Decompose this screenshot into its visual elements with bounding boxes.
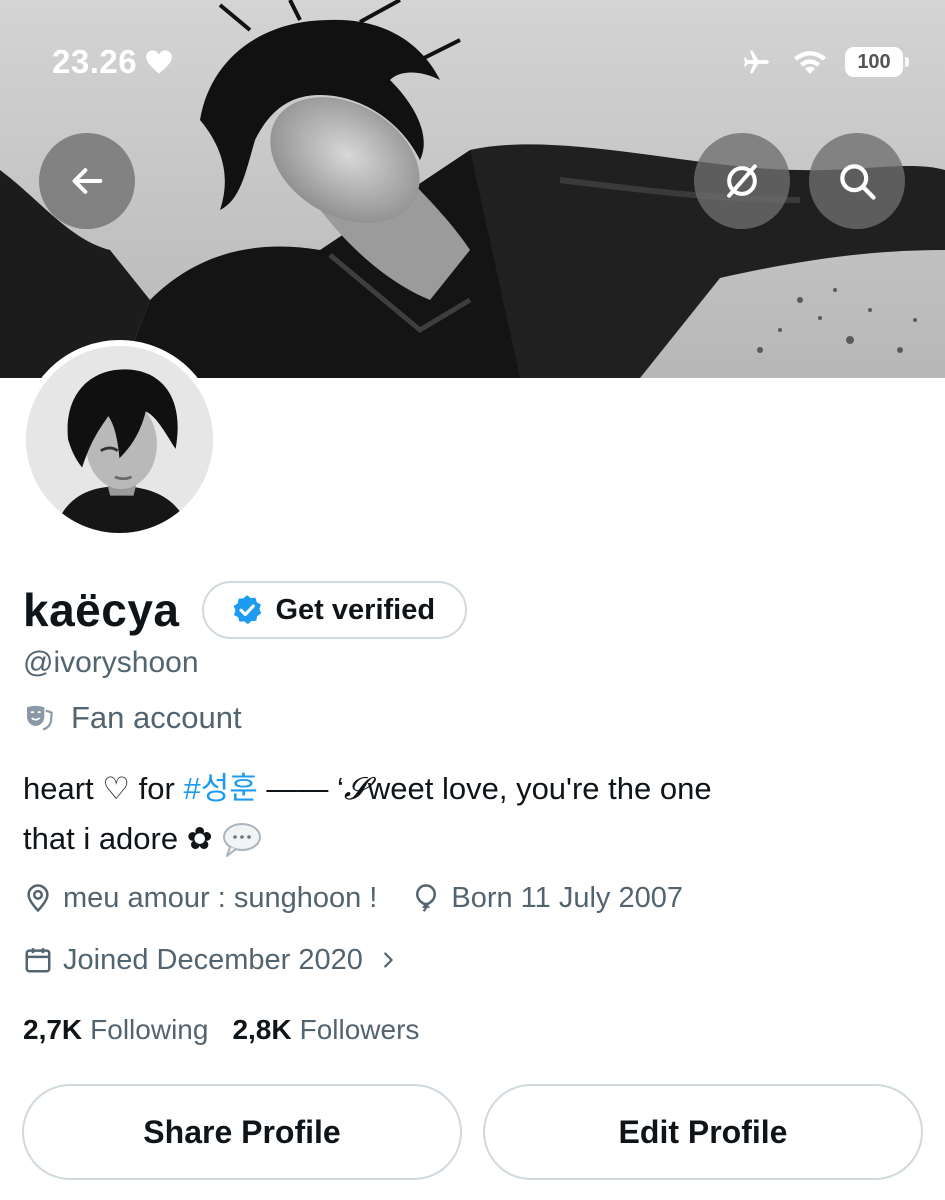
following-count: 2,7K [23, 1014, 83, 1045]
status-time: 23.26 [52, 40, 173, 84]
edit-profile-button[interactable]: Edit Profile [483, 1084, 923, 1180]
profile-avatar[interactable] [20, 340, 219, 539]
birthday-text: Born 11 July 2007 [451, 881, 683, 914]
profile-handle: @ivoryshoon [23, 646, 199, 679]
location-item: meu amour : sunghoon ! [23, 882, 377, 915]
bio-script-letter: 𝓢 [343, 771, 368, 807]
bio-hashtag-link[interactable]: #성훈 [183, 771, 257, 806]
followers-link[interactable]: 2,8K Followers [232, 1014, 419, 1046]
profile-banner[interactable]: 23.26 100 [0, 0, 945, 378]
translate-button[interactable] [694, 133, 790, 229]
display-name: kaëcya [23, 584, 180, 636]
calendar-icon [25, 948, 51, 973]
status-indicators: 100 [739, 40, 909, 84]
bio-text-1: heart ♡ for [23, 771, 184, 806]
followers-label: Followers [299, 1014, 420, 1045]
get-verified-label: Get verified [275, 593, 436, 626]
avatar-photo [26, 346, 213, 533]
following-label: Following [90, 1014, 209, 1045]
airplane-icon [743, 50, 769, 74]
heart-icon [146, 50, 172, 74]
share-profile-button[interactable]: Share Profile [22, 1084, 462, 1180]
followers-count: 2,8K [232, 1014, 292, 1045]
arrow-left-icon [72, 168, 103, 194]
back-button[interactable] [39, 133, 135, 229]
share-profile-label: Share Profile [143, 1113, 341, 1150]
joined-row: Joined December 2020 [23, 938, 399, 982]
wifi-icon [794, 51, 826, 74]
status-time-text: 23.26 [52, 43, 138, 80]
joined-text: Joined December 2020 [63, 943, 363, 976]
category-label: Fan account [71, 700, 242, 735]
follow-stats: 2,7K Following 2,8K Followers [23, 1008, 419, 1052]
balloon-icon [416, 884, 437, 912]
speech-bubble-icon [223, 823, 262, 857]
verified-badge-icon [233, 595, 261, 625]
profile-meta-row: meu amour : sunghoon ! Born 11 July 2007 [23, 876, 683, 920]
get-verified-button[interactable]: Get verified [201, 581, 468, 639]
location-text: meu amour : sunghoon ! [63, 881, 378, 914]
translate-slash-icon [727, 164, 757, 198]
location-pin-icon [27, 884, 49, 913]
edit-profile-label: Edit Profile [618, 1113, 788, 1150]
bio-text-2: —— ‘ [257, 771, 344, 806]
search-icon [840, 164, 876, 200]
name-row: kaëcya Get verified [23, 580, 468, 640]
battery-indicator: 100 [845, 47, 909, 77]
battery-level: 100 [857, 50, 891, 73]
theater-masks-icon [27, 705, 53, 731]
joined-date-link[interactable]: Joined December 2020 [23, 944, 399, 977]
birthday-item: Born 11 July 2007 [411, 882, 683, 915]
profile-category: Fan account [23, 696, 242, 740]
chevron-right-icon [384, 952, 393, 968]
following-link[interactable]: 2,7K Following [23, 1014, 208, 1046]
search-button[interactable] [809, 133, 905, 229]
profile-bio: heart ♡ for #성훈 —— ‘𝓢weet love, you're t… [23, 764, 743, 864]
